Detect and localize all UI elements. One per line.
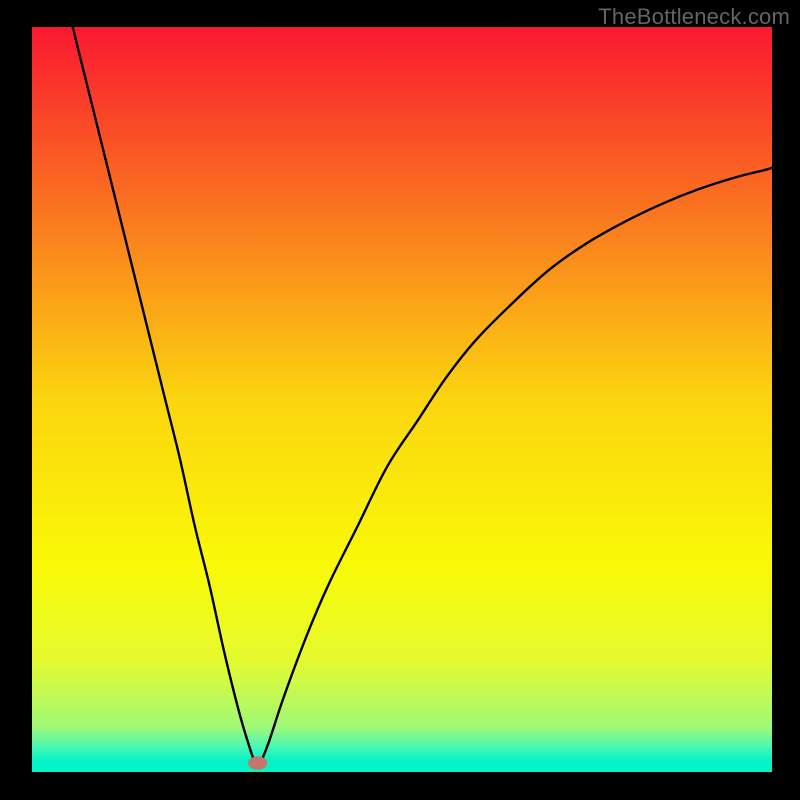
chart-container: TheBottleneck.com (0, 0, 800, 800)
plot-area (32, 27, 772, 772)
chart-svg (32, 27, 772, 772)
gradient-background (32, 27, 772, 772)
watermark-label: TheBottleneck.com (598, 4, 790, 30)
optimum-dot (248, 756, 267, 769)
optimum-marker (248, 756, 267, 769)
